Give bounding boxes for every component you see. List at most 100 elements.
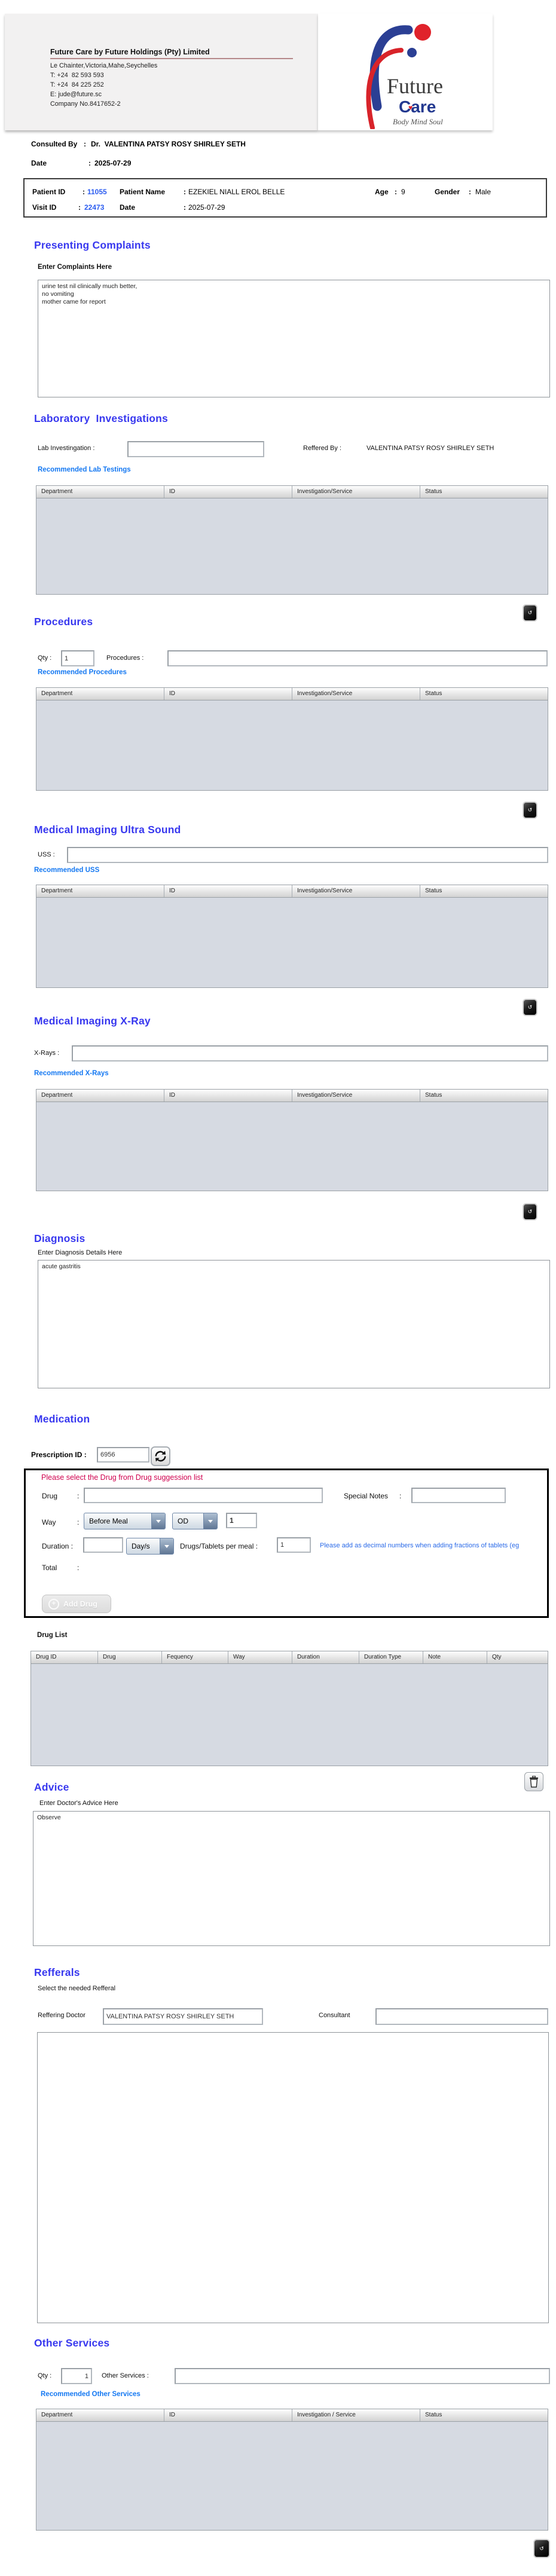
other-qty-input[interactable] xyxy=(61,2368,92,2384)
delete-xray-button[interactable]: ↺ xyxy=(523,1203,537,1220)
section-title-advice: Advice xyxy=(34,1781,69,1793)
xray-col-service: Investigation/Service xyxy=(292,1090,420,1102)
recommended-xrays-link[interactable]: Recommended X-Rays xyxy=(34,1070,109,1077)
drug-list-label: Drug List xyxy=(37,1632,68,1639)
visit-id-colon: : xyxy=(78,203,81,212)
delete-other-services-button[interactable]: ↺ xyxy=(533,2539,550,2558)
complaints-textarea[interactable]: urine test nil clinically much better, n… xyxy=(38,280,550,397)
lab-investigation-input[interactable] xyxy=(127,441,264,457)
lab-table-header: Department ID Investigation/Service Stat… xyxy=(36,486,548,498)
diagnosis-textarea[interactable]: acute gastritis xyxy=(38,1260,550,1388)
trash-icon: ↺ xyxy=(539,2545,544,2551)
duration-unit-value: Day/s xyxy=(132,1542,150,1550)
uss-table-header: Department ID Investigation/Service Stat… xyxy=(36,885,548,898)
trash-icon: ↺ xyxy=(527,1209,533,1214)
logo-blue-dot xyxy=(407,48,417,57)
duration-label: Duration : xyxy=(42,1542,74,1550)
plus-circle-icon: + xyxy=(48,1598,59,1610)
drug-col-note: Note xyxy=(423,1651,487,1663)
other-qty-label: Qty : xyxy=(38,2372,52,2379)
other-services-input[interactable] xyxy=(175,2368,550,2384)
uss-input[interactable] xyxy=(67,847,548,863)
referring-doctor-input[interactable] xyxy=(103,2008,263,2025)
delete-procedures-button[interactable]: ↺ xyxy=(523,801,537,819)
advice-textarea[interactable]: Observe xyxy=(33,1811,550,1946)
drug-col-frequency: Fequency xyxy=(162,1651,228,1663)
per-meal-label: Drugs/Tablets per meal : xyxy=(180,1542,258,1550)
xray-col-department: Department xyxy=(36,1090,164,1102)
drug-input[interactable] xyxy=(84,1488,323,1503)
duration-input[interactable] xyxy=(83,1537,123,1553)
future-care-logo: Future Care ♥ Body Mind Soul xyxy=(366,24,443,129)
company-email: E: jude@future.sc xyxy=(50,91,102,98)
per-meal-input[interactable] xyxy=(277,1537,311,1553)
patient-id-colon: : xyxy=(83,188,85,196)
complaints-label: Enter Complaints Here xyxy=(38,264,112,271)
section-title-medication: Medication xyxy=(34,1413,90,1425)
total-label: Total xyxy=(42,1564,57,1572)
proc-col-id: ID xyxy=(164,688,292,700)
visit-date-label: Date xyxy=(31,159,47,167)
gender-label: Gender xyxy=(435,188,460,196)
duration-unit-select[interactable]: Day/s xyxy=(126,1538,174,1555)
chevron-down-icon xyxy=(208,1519,213,1523)
prescription-page: Future Care by Future Holdings (Pty) Lim… xyxy=(0,0,556,2576)
patient-info-box: Patient ID : 11055 Patient Name : EZEKIE… xyxy=(23,178,547,218)
lab-col-service: Investigation/Service xyxy=(292,486,420,498)
xrays-input[interactable] xyxy=(72,1045,548,1061)
frequency-select[interactable]: OD xyxy=(172,1513,218,1529)
referrals-subtitle: Select the needed Refferal xyxy=(38,1985,116,1992)
company-phone-1: T: +24 82 593 593 xyxy=(50,72,104,79)
drug-col-way: Way xyxy=(228,1651,292,1663)
logo-word-care: Care xyxy=(399,97,436,116)
drug-list-header: Drug ID Drug Fequency Way Duration Durat… xyxy=(31,1651,548,1664)
recommended-other-services-link[interactable]: Recommended Other Services xyxy=(41,2391,140,2398)
consultant-label: Consultant xyxy=(319,2012,350,2019)
proc-col-department: Department xyxy=(36,688,164,700)
delete-lab-button[interactable]: ↺ xyxy=(523,604,537,622)
delete-uss-button[interactable]: ↺ xyxy=(523,999,537,1016)
age-value: 9 xyxy=(401,188,405,196)
visit-date-colon: : xyxy=(88,159,91,167)
delete-advice-button[interactable] xyxy=(524,1772,543,1791)
add-drug-button[interactable]: + Add Drug xyxy=(42,1595,111,1613)
recommended-lab-link[interactable]: Recommended Lab Testings xyxy=(38,466,131,473)
duration-unit-button[interactable] xyxy=(160,1538,173,1554)
frequency-select-button[interactable] xyxy=(203,1513,217,1529)
refresh-icon xyxy=(155,1451,166,1462)
other-col-status: Status xyxy=(425,2412,442,2418)
prescription-id-input[interactable] xyxy=(97,1447,149,1463)
company-title-underline xyxy=(50,58,293,59)
meal-select-button[interactable] xyxy=(151,1513,165,1529)
drug-col-qty: Qty xyxy=(492,1654,502,1660)
drug-col-id: Drug ID xyxy=(31,1651,98,1663)
refresh-prescription-button[interactable] xyxy=(151,1446,170,1466)
company-address: Le Chainter,Victoria,Mahe,Seychelles xyxy=(50,62,158,69)
uss-table: Department ID Investigation/Service Stat… xyxy=(36,885,548,988)
recommended-uss-link[interactable]: Recommended USS xyxy=(34,867,99,874)
consultant-input[interactable] xyxy=(375,2008,548,2025)
logo-red-dot xyxy=(414,24,431,41)
drug-label: Drug xyxy=(42,1492,58,1500)
meal-select[interactable]: Before Meal xyxy=(84,1513,166,1529)
way-qty-input[interactable] xyxy=(226,1513,257,1528)
referral-list-box[interactable] xyxy=(37,2032,549,2323)
trash-icon: ↺ xyxy=(527,1004,533,1010)
procedures-qty-input[interactable] xyxy=(61,650,94,666)
section-title-procedures: Procedures xyxy=(34,616,93,628)
drug-col-duration: Duration xyxy=(292,1651,359,1663)
patient-date-value: 2025-07-29 xyxy=(188,203,225,212)
procedures-input[interactable] xyxy=(167,650,548,666)
special-notes-label: Special Notes xyxy=(344,1492,389,1500)
uss-label: USS : xyxy=(38,851,55,858)
recommended-procedures-link[interactable]: Recommended Procedures xyxy=(38,669,127,676)
other-col-department: Department xyxy=(36,2409,164,2421)
logo-heart-icon: ♥ xyxy=(408,103,413,112)
drug-list-table: Drug ID Drug Fequency Way Duration Durat… xyxy=(30,1651,548,1766)
drug-colon: : xyxy=(77,1492,80,1500)
age-colon: : xyxy=(395,188,397,196)
other-col-id: ID xyxy=(164,2409,292,2421)
add-drug-label: Add Drug xyxy=(63,1599,97,1608)
special-notes-input[interactable] xyxy=(411,1488,506,1503)
lab-investigation-label: Lab Investingation : xyxy=(38,445,95,452)
